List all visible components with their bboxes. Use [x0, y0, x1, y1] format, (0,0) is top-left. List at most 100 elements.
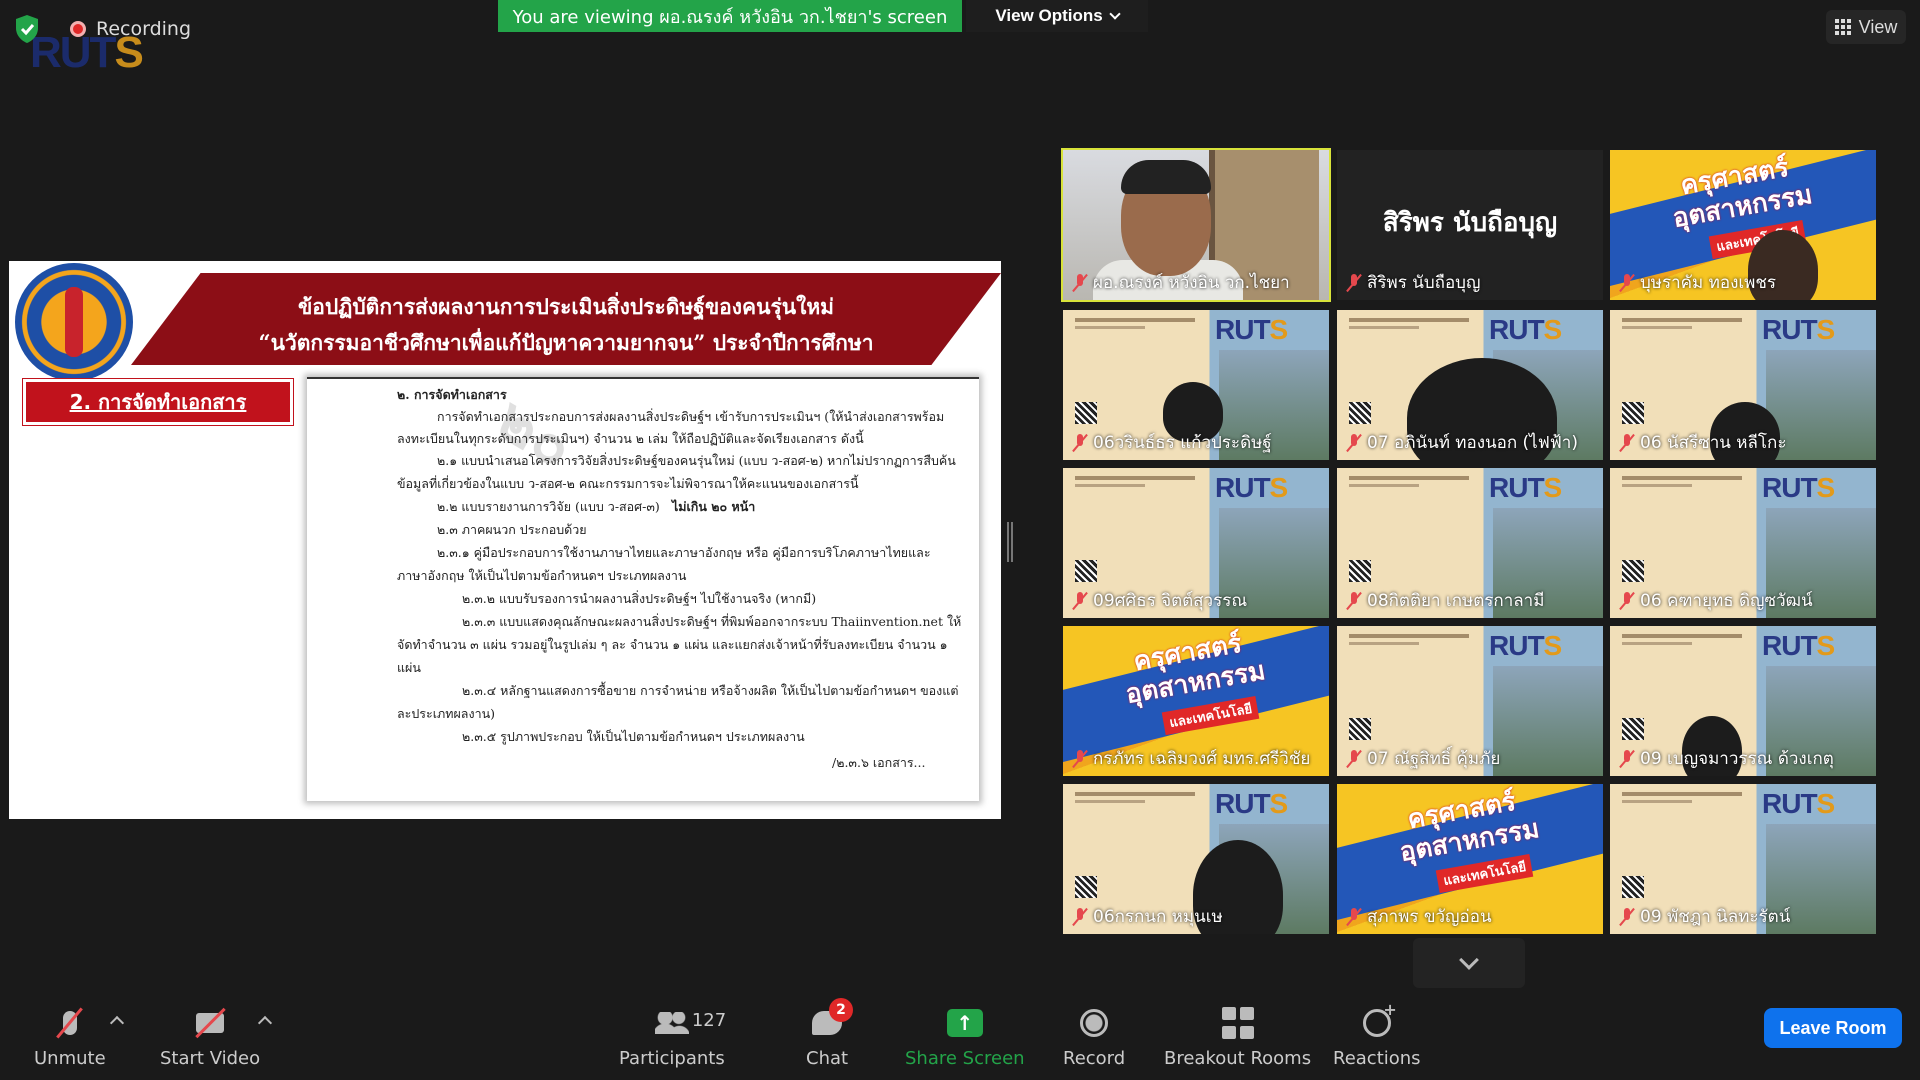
breakout-rooms-icon	[1221, 1006, 1254, 1040]
microphone-muted-icon	[1620, 749, 1634, 768]
view-button[interactable]: View	[1826, 10, 1906, 44]
zoom-meeting-window: RUTS Recording You are viewing ผอ.ณรงค์ …	[0, 0, 1920, 1080]
participant-name: 06วรินธ์ธร แก้วประดิษฐ์	[1073, 429, 1272, 456]
participant-tile[interactable]: ครุศาสตร์อุตสาหกรรมและเทคโนโลยีบุษราคัม …	[1610, 150, 1876, 300]
chevron-down-icon	[1109, 8, 1121, 20]
participants-icon: 127	[652, 1006, 726, 1040]
participant-tile[interactable]: สิริพร นับถือบุญ สิริพร นับถือบุญ	[1337, 150, 1603, 300]
participant-tile[interactable]: RUTS 09 พัชฎา นิลทะรัตน์	[1610, 784, 1876, 934]
participant-tile[interactable]: ครุศาสตร์ อุตสาหกรรม และเทคโนโลยี สุภาพร ขว…	[1337, 784, 1603, 934]
participant-tile[interactable]: RUTS 09 เบญจมาวรรณ ด้วงเกตุ	[1610, 626, 1876, 776]
participants-button[interactable]: 127 Participants	[619, 1006, 726, 1069]
participant-tile[interactable]: ครุศาสตร์ อุตสาหกรรม และเทคโนโลยี กรภัทร เฉ…	[1063, 626, 1329, 776]
breakout-rooms-button[interactable]: Breakout Rooms	[1164, 1006, 1311, 1069]
participant-name: 06กรกนก หมุนเษ	[1073, 903, 1223, 930]
record-label: Record	[1063, 1048, 1126, 1069]
record-button[interactable]: Record	[1063, 1006, 1125, 1069]
microphone-muted-icon	[1347, 433, 1361, 452]
participant-tile[interactable]: ผอ.ณรงค์ หวังอิน วก.ไชยา	[1061, 148, 1331, 302]
doc-line: ๒.๒ แบบรายงานการวิจัย (แบบ ว-สอศ-๓)	[437, 499, 660, 514]
participant-name: 07 อภินันท์ ทองนอก (ไฟฟ้า)	[1347, 429, 1578, 456]
unmute-label: Unmute	[34, 1048, 106, 1069]
document-image: ๒๐ ๒. การจัดทำเอกสาร การจัดทำเอกสารประกอ…	[307, 377, 979, 801]
participant-tile[interactable]: RUTS 06วรินธ์ธร แก้วประดิษฐ์	[1063, 310, 1329, 460]
view-options-button[interactable]: View Options	[966, 0, 1148, 32]
gallery-next-page-button[interactable]	[1413, 938, 1525, 988]
doc-line: ข้อมูลที่เกี่ยวข้องในแบบ ว-สอศ-๒ คณะกรรม…	[397, 476, 859, 491]
participants-label: Participants	[619, 1048, 725, 1069]
microphone-muted-icon	[1073, 433, 1087, 452]
doc-line: /๒.๓.๖ เอกสาร...	[832, 755, 926, 770]
share-screen-label: Share Screen	[905, 1048, 1025, 1069]
participant-name: 09ศศิธร จิตต์สุวรรณ	[1073, 587, 1247, 614]
grid-icon	[1834, 19, 1851, 35]
shield-check-icon	[16, 15, 38, 43]
microphone-muted-icon	[1347, 273, 1361, 292]
slide-title-banner: ข้อปฏิบัติการส่งผลงานการประเมินสิ่งประดิ…	[131, 273, 1001, 365]
meeting-toolbar: Unmute Start Video 127 Participants 2 Ch…	[0, 990, 1920, 1080]
microphone-muted-icon	[1620, 907, 1634, 926]
participant-name: บุษราคัม ทองเพชร	[1620, 269, 1776, 296]
chat-unread-badge: 2	[829, 998, 854, 1022]
split-view-handle[interactable]	[1007, 522, 1013, 562]
view-label: View	[1858, 16, 1898, 37]
microphone-muted-icon	[50, 1006, 90, 1040]
participant-tile[interactable]: RUTS 07 อภินันท์ ทองนอก (ไฟฟ้า)	[1337, 310, 1603, 460]
chevron-down-icon	[1459, 950, 1479, 970]
ruts-poster-logo: RUTS	[1215, 472, 1288, 503]
microphone-muted-icon	[1620, 433, 1634, 452]
doc-line: ละประเภทผลงาน)	[397, 706, 496, 721]
ruts-poster-logo: RUTS	[1215, 314, 1288, 345]
microphone-muted-icon	[1073, 749, 1087, 768]
participant-name: 09 เบญจมาวรรณ ด้วงเกตุ	[1620, 745, 1834, 772]
microphone-muted-icon	[1073, 273, 1087, 292]
doc-line-bold: ไม่เกิน ๒๐ หน้า	[672, 499, 756, 514]
recording-indicator[interactable]: Recording	[14, 14, 191, 44]
doc-line: ๒.๓.๒ แบบรับรองการนำผลงานสิ่งประดิษฐ์ฯ ไ…	[462, 591, 817, 606]
microphone-muted-icon	[1073, 591, 1087, 610]
reactions-emoji-icon	[1357, 1000, 1396, 1040]
section-label: 2. การจัดทำเอกสาร	[22, 378, 294, 426]
participant-name: 09 พัชฎา นิลทะรัตน์	[1620, 903, 1790, 930]
participant-tile[interactable]: RUTS 07 ณัฐสิทธิ์ คุ้มภัย	[1337, 626, 1603, 776]
doc-line: ภาษาอังกฤษ ให้เป็นไปตามข้อกำหนดฯ ประเภทผ…	[397, 568, 687, 583]
breakout-rooms-label: Breakout Rooms	[1164, 1048, 1312, 1069]
participants-count: 127	[691, 1010, 727, 1031]
leave-room-button[interactable]: Leave Room	[1764, 1008, 1902, 1048]
doc-line: ๒.๓.๑ คู่มือประกอบการใช้งานภาษาไทยและภาษ…	[437, 545, 931, 560]
participant-name: ผอ.ณรงค์ หวังอิน วก.ไชยา	[1073, 269, 1290, 296]
ruts-poster-logo: RUTS	[1762, 314, 1835, 345]
reactions-label: Reactions	[1333, 1048, 1421, 1069]
record-icon	[1074, 1006, 1114, 1040]
participant-tile[interactable]: RUTS 09ศศิธร จิตต์สุวรรณ	[1063, 468, 1329, 618]
doc-line: ลงทะเบียนในทุกระดับการประเมินฯ) จำนวน ๒ …	[397, 431, 864, 446]
record-dot-icon	[70, 21, 86, 37]
participant-name: 06 คฑายุทธ ดิญซวัฒน์	[1620, 587, 1813, 614]
participant-tile[interactable]: RUTS 06กรกนก หมุนเษ	[1063, 784, 1329, 934]
participant-tile[interactable]: RUTS 06 นัสรีซาน หลีโกะ	[1610, 310, 1876, 460]
start-video-button[interactable]: Start Video	[160, 1006, 260, 1069]
ruts-poster-logo: RUTS	[1489, 630, 1562, 661]
microphone-muted-icon	[1073, 907, 1087, 926]
inventor-emblem-logo	[15, 263, 133, 381]
unmute-button[interactable]: Unmute	[34, 1006, 106, 1069]
ruts-poster-logo: RUTS	[1489, 472, 1562, 503]
microphone-muted-icon	[1620, 273, 1634, 292]
participant-tile[interactable]: RUTS 08กิตติยา เกษตรกาลามี	[1337, 468, 1603, 618]
ruts-poster-logo: RUTS	[1762, 788, 1835, 819]
chat-icon: 2	[807, 998, 854, 1040]
doc-line: ๒.๓.๓ แบบแสดงคุณลักษณะผลงานสิ่งประดิษฐ์ฯ…	[462, 614, 962, 629]
reactions-button[interactable]: Reactions	[1333, 1000, 1421, 1069]
participant-name: 08กิตติยา เกษตรกาลามี	[1347, 587, 1544, 614]
name-card-text: สิริพร นับถือบุญ	[1382, 208, 1558, 238]
shared-screen-slide: ข้อปฏิบัติการส่งผลงานการประเมินสิ่งประดิ…	[9, 261, 1001, 819]
chat-button[interactable]: 2 Chat	[806, 998, 854, 1069]
doc-line: ๒.๓.๔ หลักฐานแสดงการซื้อขาย การจำหน่าย ห…	[462, 683, 959, 698]
participant-tile[interactable]: RUTS 06 คฑายุทธ ดิญซวัฒน์	[1610, 468, 1876, 618]
chat-label: Chat	[806, 1048, 849, 1069]
participant-name: 07 ณัฐสิทธิ์ คุ้มภัย	[1347, 745, 1500, 772]
share-screen-button[interactable]: Share Screen	[905, 1006, 1025, 1069]
view-options-label: View Options	[995, 6, 1103, 25]
ruts-poster-logo: RUTS	[1489, 314, 1562, 345]
audio-options-caret-icon[interactable]	[109, 1015, 125, 1031]
